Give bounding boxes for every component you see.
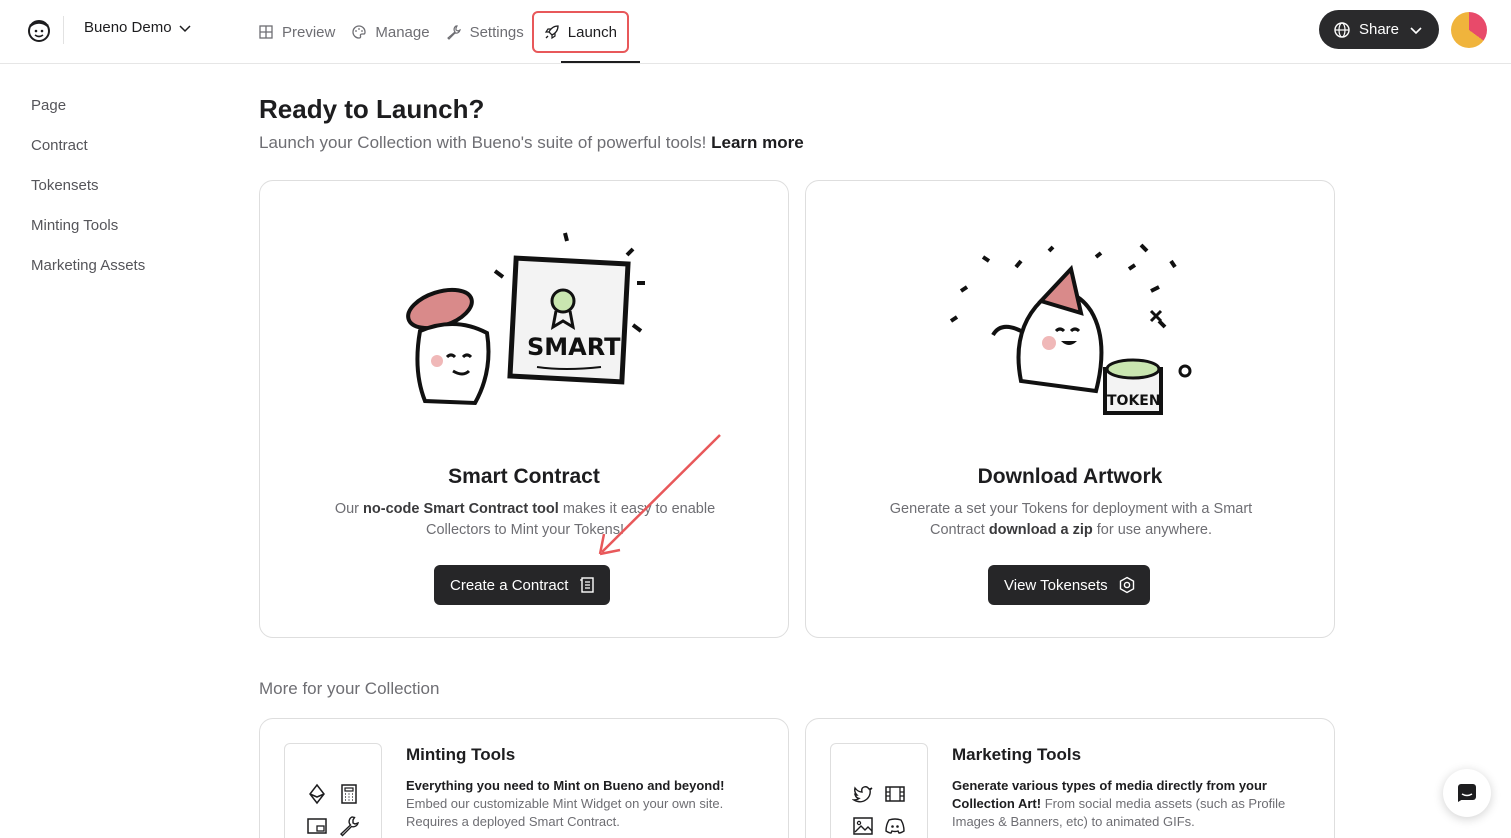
- marketing-tools-icon-box: [830, 743, 928, 838]
- sidebar-item-minting-tools[interactable]: Minting Tools: [31, 216, 145, 256]
- minting-tools-desc: Everything you need to Mint on Bueno and…: [406, 777, 766, 831]
- wrench-icon: [339, 816, 359, 837]
- view-tokensets-label: View Tokensets: [1004, 576, 1108, 594]
- avatar[interactable]: [1451, 12, 1487, 48]
- share-label: Share: [1358, 21, 1400, 38]
- main-nav: Preview Manage Settings Launch: [258, 0, 645, 64]
- calculator-icon: [341, 784, 357, 804]
- grid-icon: [259, 25, 273, 39]
- sidebar: Page Contract Tokensets Minting Tools Ma…: [31, 96, 145, 296]
- twitter-icon: [852, 786, 873, 803]
- minting-tools-desc-bold: Everything you need to Mint on Bueno and…: [406, 778, 725, 793]
- hexagon-icon: [1119, 576, 1134, 594]
- header-divider: [63, 16, 64, 44]
- top-bar: Bueno Demo Preview Manage Settings Launc…: [0, 0, 1511, 64]
- page-subtitle: Launch your Collection with Bueno's suit…: [259, 133, 804, 153]
- sidebar-item-tokensets[interactable]: Tokensets: [31, 176, 145, 216]
- tab-preview-label: Preview: [282, 23, 336, 41]
- smart-contract-desc: Our no-code Smart Contract tool makes it…: [320, 499, 730, 541]
- tab-manage-label: Manage: [375, 23, 430, 41]
- discord-icon: [885, 818, 905, 834]
- marketing-tools-title: Marketing Tools: [952, 745, 1082, 764]
- download-artwork-desc: Generate a set your Tokens for deploymen…: [866, 499, 1276, 541]
- wrench-icon: [446, 25, 461, 40]
- share-button[interactable]: Share: [1319, 10, 1439, 49]
- picture-in-picture-icon: [307, 818, 327, 834]
- smart-contract-title: Smart Contract: [448, 465, 600, 488]
- chat-icon: [1458, 784, 1476, 802]
- create-contract-button[interactable]: Create a Contract: [434, 565, 611, 605]
- minting-tools-title: Minting Tools: [406, 745, 516, 764]
- token-illustration-text: TOKEN: [1107, 393, 1161, 409]
- smart-illustration-text: SMART: [527, 333, 621, 361]
- page-title: Ready to Launch?: [259, 94, 485, 124]
- minting-tools-card[interactable]: Minting Tools Everything you need to Min…: [259, 718, 789, 838]
- chevron-down-icon: [1410, 26, 1422, 34]
- ethereum-icon: [309, 783, 325, 805]
- globe-icon: [1334, 21, 1350, 38]
- film-icon: [885, 786, 905, 802]
- view-tokensets-button[interactable]: View Tokensets: [988, 565, 1150, 605]
- palette-icon: [352, 25, 367, 39]
- minting-tools-desc-text: Embed our customizable Mint Widget on yo…: [406, 796, 724, 829]
- learn-more-link[interactable]: Learn more: [711, 133, 804, 152]
- more-heading: More for your Collection: [259, 679, 440, 698]
- download-artwork-desc-post: for use anywhere.: [1092, 522, 1213, 538]
- subtitle-text: Launch your Collection with Bueno's suit…: [259, 133, 707, 152]
- project-name: Bueno Demo: [84, 19, 172, 36]
- contract-scroll-icon: [580, 577, 595, 593]
- tab-launch-label: Launch: [567, 23, 617, 41]
- smart-contract-desc-bold: no-code Smart Contract tool: [363, 501, 559, 517]
- sidebar-item-marketing-assets[interactable]: Marketing Assets: [31, 256, 145, 296]
- sidebar-item-contract[interactable]: Contract: [31, 136, 145, 176]
- smart-contract-desc-pre: Our: [334, 501, 364, 517]
- sidebar-item-page[interactable]: Page: [31, 96, 145, 136]
- minting-tools-icon-box: [284, 743, 382, 838]
- tab-launch[interactable]: Launch: [531, 11, 629, 53]
- tab-settings-label: Settings: [469, 23, 524, 41]
- tab-manage[interactable]: Manage: [351, 12, 430, 52]
- chevron-down-icon: [179, 24, 191, 32]
- tab-settings[interactable]: Settings: [446, 12, 524, 52]
- smart-contract-card: SMART Smart Contract Our no-code Smart C…: [259, 180, 789, 638]
- bueno-logo-icon[interactable]: [25, 17, 53, 43]
- create-contract-label: Create a Contract: [450, 576, 569, 594]
- download-artwork-illustration: TOKEN: [949, 243, 1192, 415]
- active-tab-underline: [561, 61, 640, 63]
- tab-preview[interactable]: Preview: [258, 12, 335, 52]
- rocket-icon: [544, 25, 559, 40]
- download-artwork-card: TOKEN Download Artwork Generate a set yo…: [805, 180, 1335, 638]
- download-artwork-desc-bold: download a zip: [988, 522, 1093, 538]
- project-selector[interactable]: Bueno Demo: [84, 19, 192, 36]
- smart-contract-illustration: SMART: [406, 232, 645, 406]
- marketing-tools-desc: Generate various types of media directly…: [952, 777, 1312, 831]
- download-artwork-title: Download Artwork: [977, 465, 1163, 488]
- marketing-tools-card[interactable]: Marketing Tools Generate various types o…: [805, 718, 1335, 838]
- chat-widget-button[interactable]: [1443, 769, 1491, 817]
- image-icon: [853, 817, 873, 835]
